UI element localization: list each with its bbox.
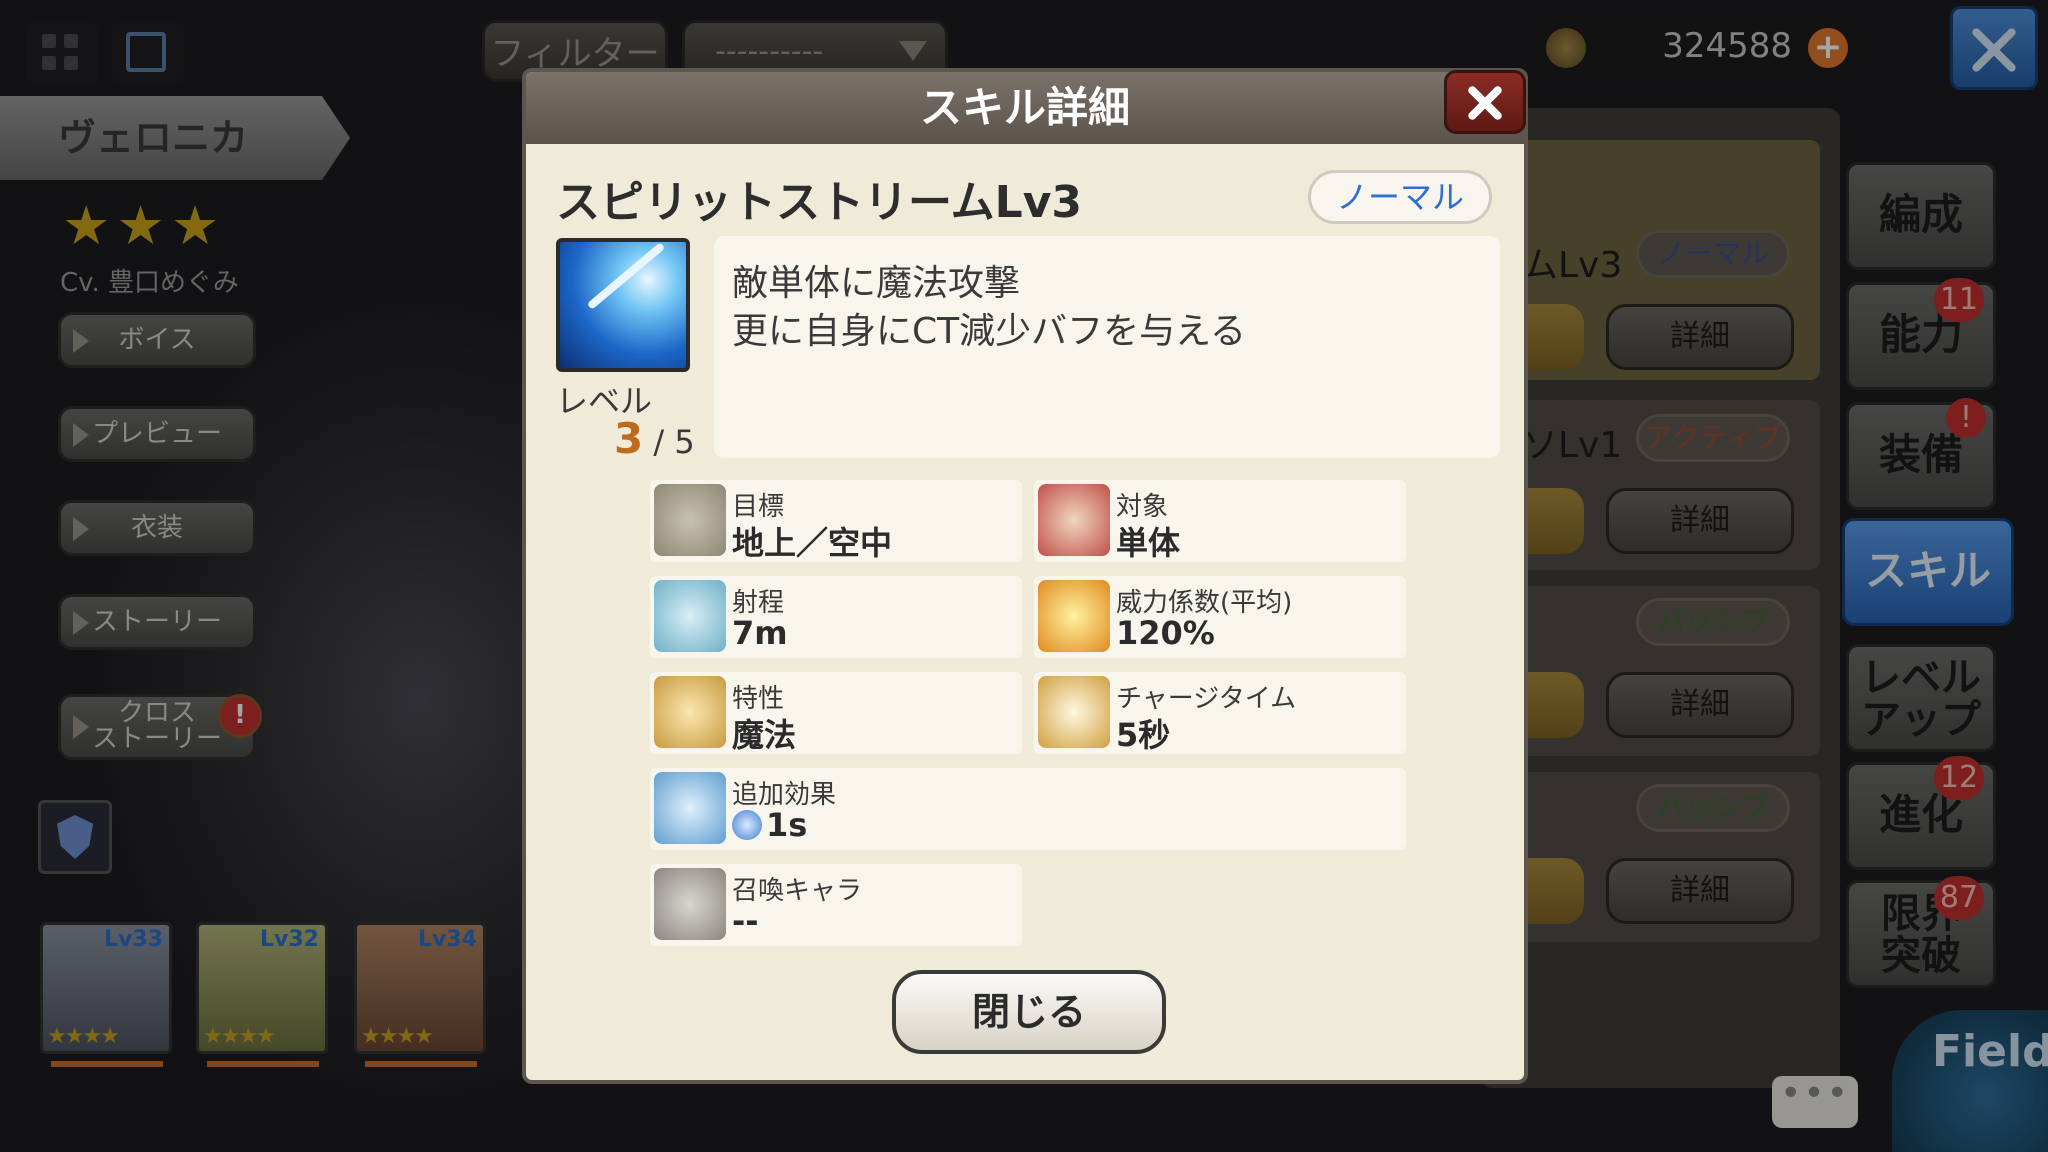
stat-target: 目標 地上／空中	[650, 480, 1022, 562]
stat-extra-effect: 追加効果 1s	[650, 768, 1406, 850]
stat-value: 魔法	[732, 716, 797, 754]
level-current: 3	[614, 414, 644, 463]
crosshair-icon	[654, 484, 726, 556]
skill-level: 3 / 5	[614, 414, 695, 463]
skill-type-badge: ノーマル	[1308, 170, 1492, 224]
stat-charge-time: チャージタイム 5秒	[1034, 672, 1406, 754]
stat-scope: 対象 単体	[1034, 480, 1406, 562]
stat-value: 120%	[1116, 614, 1215, 652]
stat-value: --	[732, 902, 759, 940]
level-max: 5	[674, 423, 695, 461]
explosion-icon	[1038, 580, 1110, 652]
extra-effect-value: 1s	[766, 806, 808, 844]
description-line-1: 敵単体に魔法攻撃	[732, 263, 1021, 304]
sword-icon	[654, 676, 726, 748]
skill-description: 敵単体に魔法攻撃 更に自身にCT減少バフを与える	[714, 236, 1500, 458]
sword-plus-icon	[654, 772, 726, 844]
stat-value: 単体	[1116, 524, 1181, 562]
stat-value: 1s	[732, 806, 807, 844]
stat-summon: 召喚キャラ --	[650, 864, 1022, 946]
stat-range: 射程 7m	[650, 576, 1022, 658]
level-separator: /	[653, 423, 665, 461]
skill-icon	[556, 238, 690, 372]
close-button[interactable]: 閉じる	[892, 970, 1166, 1054]
description-line-2: 更に自身にCT減少バフを与える	[732, 311, 1247, 352]
stat-power: 威力係数(平均) 120%	[1034, 576, 1406, 658]
stat-value: 地上／空中	[732, 524, 893, 562]
skill-detail-modal: スキル詳細 スピリットストリームLv3 ノーマル レベル 3 / 5 敵単体に魔…	[522, 68, 1528, 1084]
stat-value: 7m	[732, 614, 788, 652]
clock-icon	[1038, 676, 1110, 748]
dragon-icon	[654, 868, 726, 940]
range-arrow-icon	[654, 580, 726, 652]
skill-name: スピリットストリームLv3	[556, 177, 1083, 228]
modal-close-icon-button[interactable]	[1444, 70, 1526, 134]
modal-title: スキル詳細	[526, 72, 1524, 144]
target-marker-icon	[1038, 484, 1110, 556]
stat-attribute: 特性 魔法	[650, 672, 1022, 754]
stat-value: 5秒	[1116, 716, 1171, 754]
buff-icon	[732, 810, 762, 840]
